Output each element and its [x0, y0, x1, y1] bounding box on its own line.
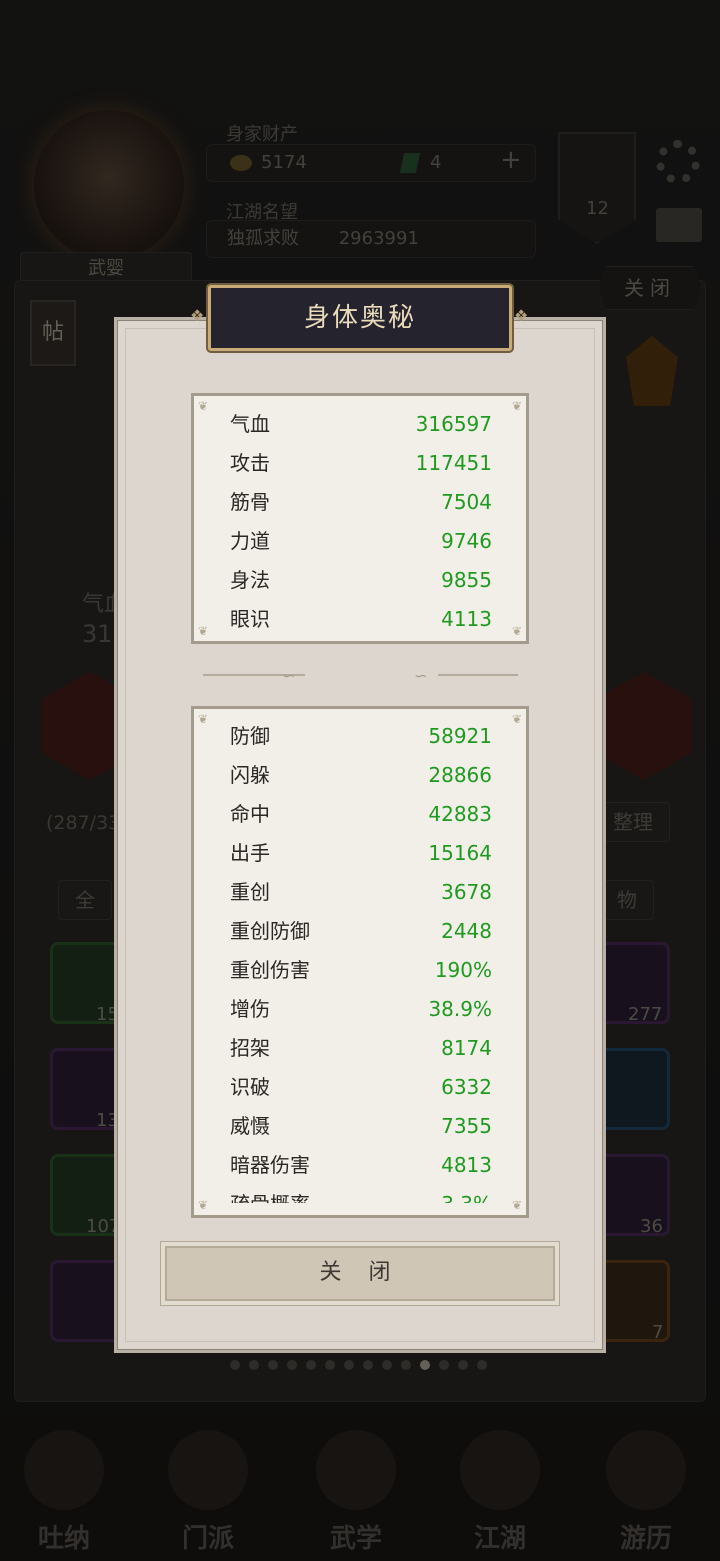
stat-label: 气血: [230, 412, 270, 436]
stat-row: 筋骨 7504: [230, 483, 492, 522]
secondary-stats-scroll[interactable]: 防御 58921 闪躲 28866 命中 42883 出手 15164 重创 3678 重创防御 24…: [194, 717, 526, 1203]
stat-label: 出手: [230, 841, 270, 865]
divider-right: [438, 674, 518, 676]
corner-ornament-icon: ❦: [198, 624, 209, 638]
stat-label: 暗器伤害: [230, 1153, 310, 1177]
stat-label: 疏骨概率: [230, 1185, 310, 1203]
title-ornament-right-icon: ❖: [514, 306, 529, 325]
stat-value: 28866: [428, 763, 492, 787]
stat-value: 2448: [441, 919, 492, 943]
stat-value: 8174: [441, 1036, 492, 1060]
stat-row: 命中 42883: [230, 795, 492, 834]
stat-label: 威慑: [230, 1114, 270, 1138]
stat-value: 6332: [441, 1075, 492, 1099]
stat-value: 3678: [441, 880, 492, 904]
stat-value: 42883: [428, 802, 492, 826]
stat-label: 防御: [230, 724, 270, 748]
stat-label: 命中: [230, 802, 270, 826]
stat-value: 316597: [415, 412, 492, 436]
stat-row: 防御 58921: [230, 717, 492, 756]
stat-label: 攻击: [230, 451, 270, 475]
stat-label: 力道: [230, 529, 270, 553]
stat-value: 9855: [441, 568, 492, 592]
stat-row: 暗器伤害 4813: [230, 1146, 492, 1185]
stat-label: 增伤: [230, 997, 270, 1021]
dialog-close-button[interactable]: 关 闭: [165, 1246, 555, 1301]
stat-row: 威慑 7355: [230, 1107, 492, 1146]
dialog-title-bar: 身体奥秘: [208, 285, 512, 351]
stat-value: 3.3%: [441, 1185, 492, 1203]
stat-value: 117451: [415, 451, 492, 475]
divider-ornament-icon: ∽: [414, 666, 428, 685]
dialog-title: 身体奥秘: [303, 303, 416, 333]
stat-label: 重创: [230, 880, 270, 904]
stat-value: 4113: [441, 607, 492, 631]
stat-label: 重创防御: [230, 919, 310, 943]
stat-label: 招架: [230, 1036, 270, 1060]
stat-row: 力道 9746: [230, 522, 492, 561]
stat-value: 58921: [428, 724, 492, 748]
stat-value: 15164: [428, 841, 492, 865]
stat-row: 出手 15164: [230, 834, 492, 873]
stat-value: 7504: [441, 490, 492, 514]
corner-ornament-icon: ❦: [511, 624, 522, 638]
stat-row: 重创防御 2448: [230, 912, 492, 951]
stat-row: 气血 316597: [230, 405, 492, 444]
stat-label: 闪躲: [230, 763, 270, 787]
stat-row: 重创伤害 190%: [230, 951, 492, 990]
stat-row: 攻击 117451: [230, 444, 492, 483]
corner-ornament-icon: ❦: [198, 399, 209, 413]
stat-row: 招架 8174: [230, 1029, 492, 1068]
stat-label: 眼识: [230, 607, 270, 631]
secondary-stats-box[interactable]: ❦ ❦ ❦ ❦ 防御 58921 闪躲 28866 命中 42883 出手 15164 重创 36…: [191, 706, 529, 1218]
corner-ornament-icon: ❦: [511, 399, 522, 413]
stat-label: 识破: [230, 1075, 270, 1099]
stat-value: 38.9%: [428, 997, 492, 1021]
stat-row: 疏骨概率 3.3%: [230, 1185, 492, 1203]
stat-label: 筋骨: [230, 490, 270, 514]
stat-value: 7355: [441, 1114, 492, 1138]
title-ornament-left-icon: ❖: [190, 306, 205, 325]
stat-value: 190%: [434, 958, 492, 982]
stat-row: 增伤 38.9%: [230, 990, 492, 1029]
stat-value: 9746: [441, 529, 492, 553]
stat-row: 身法 9855: [230, 561, 492, 600]
stat-row: 重创 3678: [230, 873, 492, 912]
stat-label: 重创伤害: [230, 958, 310, 982]
stat-row: 眼识 4113: [230, 600, 492, 639]
primary-stats-box: ❦ ❦ ❦ ❦ 气血 316597 攻击 117451 筋骨 7504 力道 9746 身法 98…: [191, 393, 529, 644]
stat-row: 闪躲 28866: [230, 756, 492, 795]
stat-row: 识破 6332: [230, 1068, 492, 1107]
divider-ornament-icon: ∽: [282, 666, 296, 685]
stat-value: 4813: [441, 1153, 492, 1177]
stat-label: 身法: [230, 568, 270, 592]
